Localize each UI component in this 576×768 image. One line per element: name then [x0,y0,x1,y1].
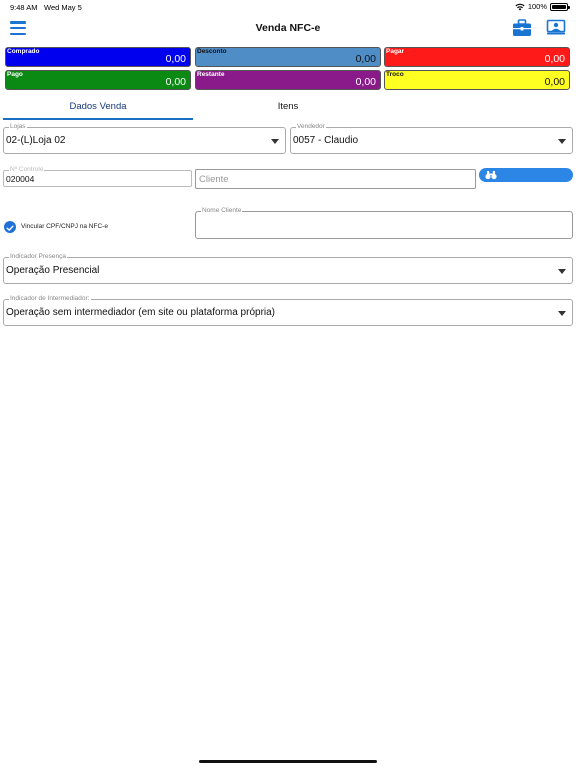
summary-desconto: Desconto 0,00 [195,47,381,67]
home-indicator[interactable] [199,760,377,763]
battery-icon [550,2,570,11]
tab-itens[interactable]: Itens [193,98,383,120]
summary-comprado-label: Comprado [7,48,40,55]
chevron-down-icon [271,139,279,144]
checkmark-icon [6,225,14,231]
cashier-icon[interactable] [546,19,566,37]
summary-restante-label: Restante [197,71,225,78]
chevron-down-icon [558,139,566,144]
indicador-intermediador-select[interactable]: Indicador de Intermediador: Operação sem… [3,295,573,326]
indicador-presenca-legend: Indicador Presença [9,253,68,261]
vendedor-select[interactable]: Vendedor 0057 - Claudio [290,123,573,154]
briefcase-icon[interactable] [512,19,532,37]
summary-desconto-label: Desconto [197,48,227,55]
indicador-intermediador-value: Operação sem intermediador (em site ou p… [6,307,276,318]
battery-percent: 100% [527,2,547,11]
search-cliente-button[interactable] [479,168,573,182]
summary-troco: Troco 0,00 [384,70,570,90]
tab-dados-venda[interactable]: Dados Venda [3,98,193,120]
indicador-intermediador-legend: Indicador de Intermediador: [9,295,91,303]
summary-desconto-value: 0,00 [355,53,376,65]
summary-troco-label: Troco [386,71,404,78]
wifi-icon [515,3,525,10]
summary-restante-value: 0,00 [355,76,376,88]
summary-troco-value: 0,00 [544,76,565,88]
status-bar: 9:48 AM Wed May 5 100% [0,0,576,14]
indicador-presenca-value: Operação Presencial [6,265,100,276]
summary-comprado: Comprado 0,00 [5,47,191,67]
page-title: Venda NFC-e [255,22,321,34]
lojas-select[interactable]: Lojas 02-(L)Loja 02 [3,123,286,154]
status-indicators: 100% [515,2,570,11]
vincular-cpf-checkbox[interactable] [4,221,16,233]
summary-restante: Restante 0,00 [195,70,381,90]
binoculars-icon [485,171,497,180]
vincular-cpf-label: Vincular CPF/CNPJ na NFC-e [21,223,108,230]
summary-pago-label: Pago [7,71,23,78]
status-time: 9:48 AM [10,3,38,12]
controle-legend: Nº Controle [9,166,45,174]
summary-pago: Pago 0,00 [5,70,191,90]
lojas-value: 02-(L)Loja 02 [6,135,66,146]
vendedor-value: 0057 - Claudio [293,135,359,146]
indicador-presenca-select[interactable]: Indicador Presença Operação Presencial [3,253,573,284]
nav-bar: Venda NFC-e [0,14,576,42]
summary-pagar-value: 0,00 [544,53,565,65]
vendedor-legend: Vendedor [296,123,326,131]
cliente-input[interactable]: Cliente [195,169,476,189]
nome-cliente-field[interactable]: Nome Cliente [195,207,573,239]
status-date: Wed May 5 [44,3,82,12]
summary-pagar-label: Pagar [386,48,405,55]
chevron-down-icon [558,311,566,316]
controle-value: 020004 [6,174,35,184]
lojas-legend: Lojas [9,123,27,131]
controle-field[interactable]: Nº Controle 020004 [3,166,192,187]
summary-pago-value: 0,00 [165,76,186,88]
chevron-down-icon [558,269,566,274]
nome-cliente-legend: Nome Cliente [201,207,243,215]
cliente-placeholder: Cliente [199,174,229,185]
summary-comprado-value: 0,00 [165,53,186,65]
summary-pagar: Pagar 0,00 [384,47,570,67]
